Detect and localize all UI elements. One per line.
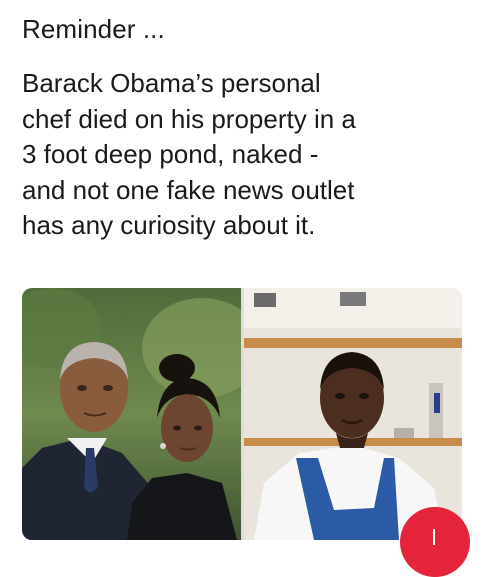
post-body-line: chef died on his property in a xyxy=(22,103,356,134)
photo-man-in-kitchen-apron xyxy=(244,288,462,540)
post-body: Barack Obama’s personal chef died on his… xyxy=(22,66,472,244)
photo-collage xyxy=(22,288,462,540)
post-body-line: Barack Obama’s personal xyxy=(22,68,321,98)
photo-couple-outdoors xyxy=(22,288,241,540)
post-body-line: and not one fake news outlet xyxy=(22,174,355,205)
post-body-line: 3 foot deep pond, naked - xyxy=(22,139,319,169)
post-body-line: has any curiosity about it. xyxy=(22,210,316,240)
post-heading: Reminder ... xyxy=(22,14,165,44)
pin-badge[interactable] xyxy=(400,507,470,577)
